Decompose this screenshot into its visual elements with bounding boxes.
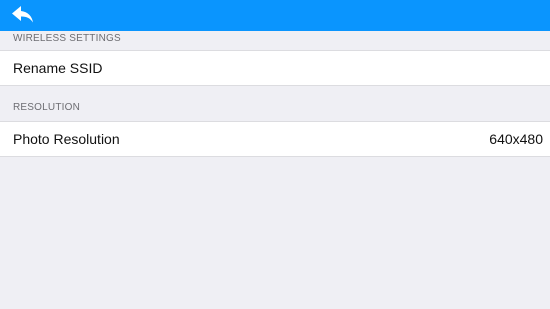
section-header-resolution: RESOLUTION — [13, 102, 81, 113]
back-button[interactable] — [8, 2, 38, 28]
rename-ssid-cell[interactable]: Rename SSID — [0, 50, 550, 86]
navigation-bar — [0, 0, 550, 31]
photo-resolution-value: 640x480 — [489, 131, 543, 147]
photo-resolution-label: Photo Resolution — [13, 131, 120, 147]
section-header-wireless-settings: WIRELESS SETTINGS — [13, 33, 121, 44]
settings-screen: WIRELESS SETTINGS Rename SSID RESOLUTION… — [0, 0, 550, 309]
reply-arrow-icon — [12, 6, 33, 23]
rename-ssid-label: Rename SSID — [13, 60, 103, 76]
photo-resolution-cell[interactable]: Photo Resolution 640x480 — [0, 121, 550, 157]
